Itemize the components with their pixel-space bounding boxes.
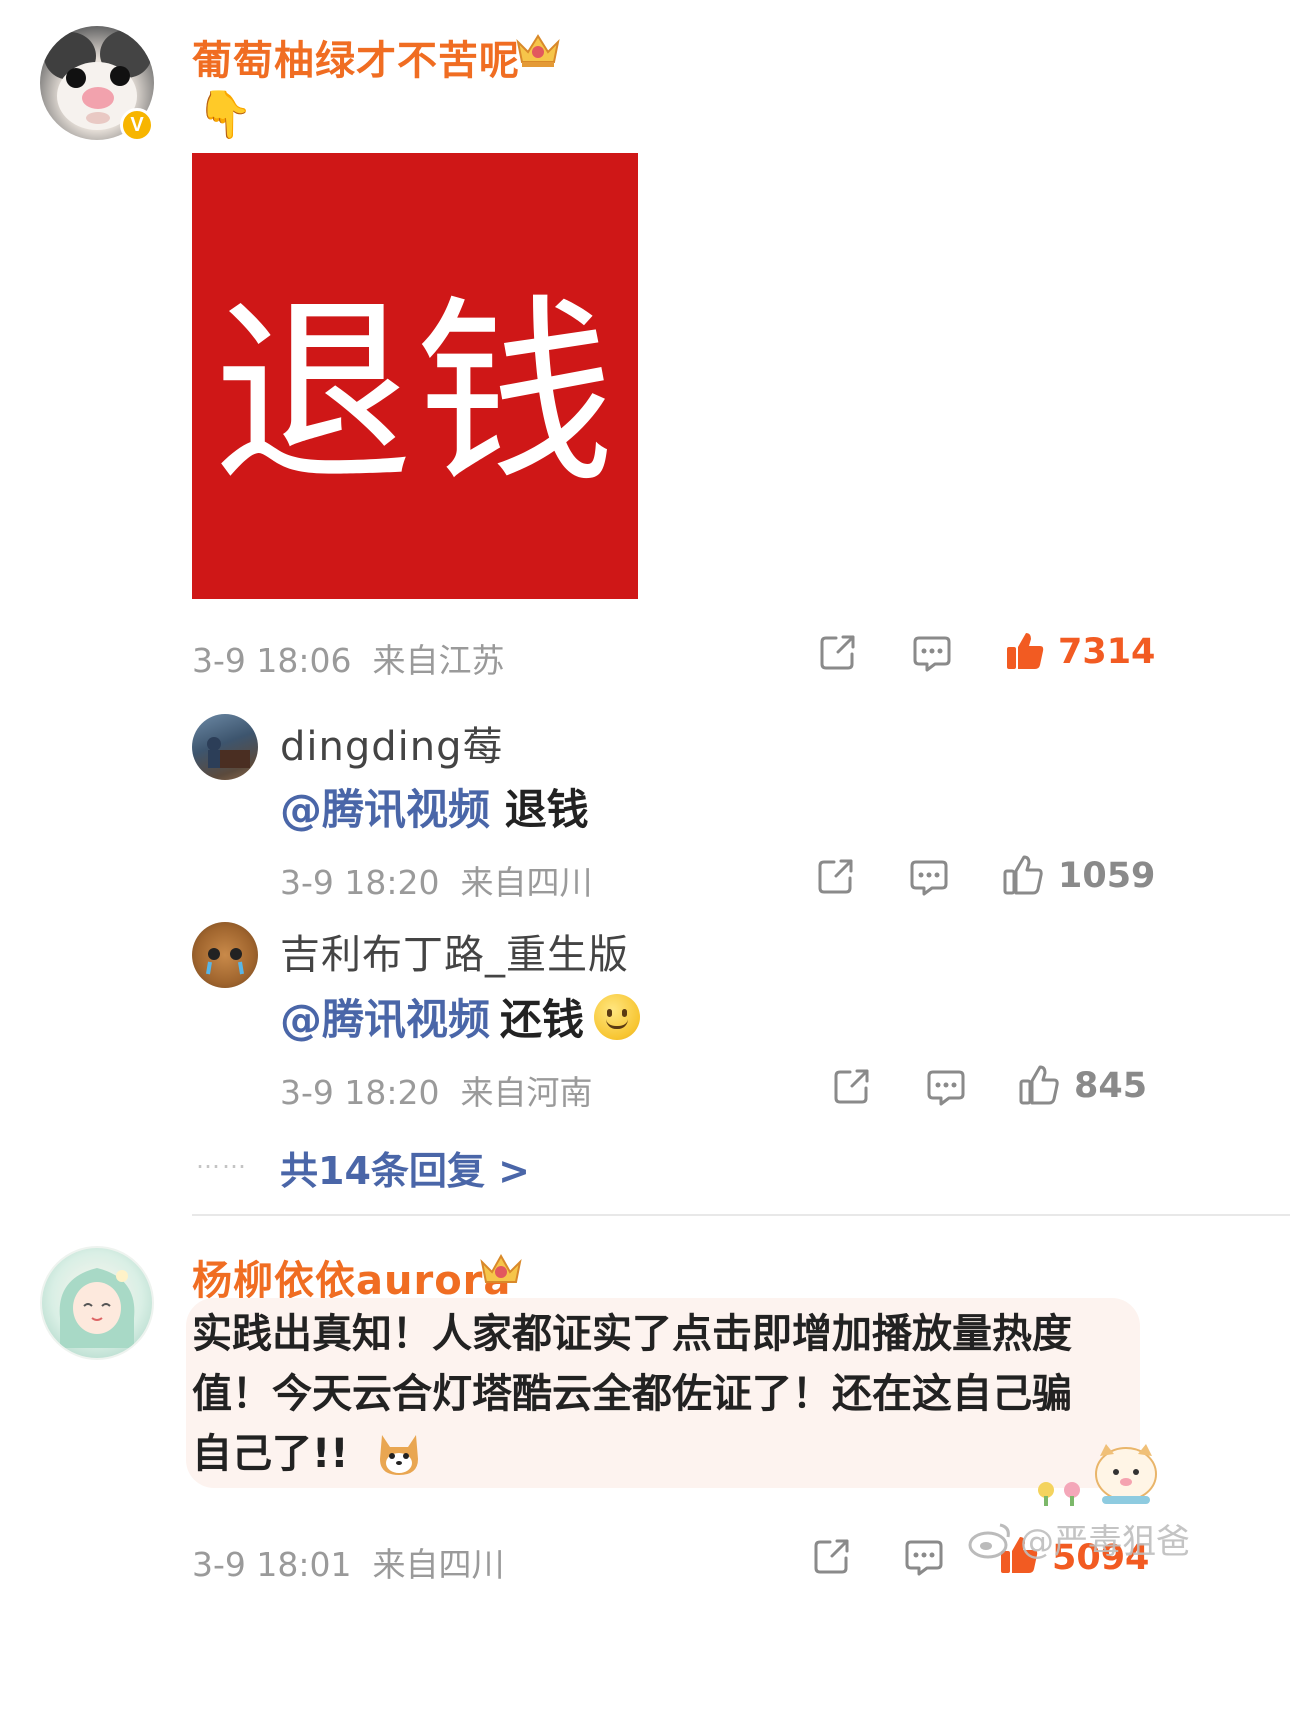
smile-emoji-icon [594, 993, 641, 1040]
username-reply2[interactable]: 吉利布丁路_重生版 [280, 922, 629, 980]
like-count-reply2: 845 [1074, 1066, 1148, 1106]
comment2-text: 实践出真知！人家都证实了点击即增加播放量热度 值！今天云合灯塔酷云全都佐证了！还… [192, 1311, 1072, 1479]
comment-divider [192, 1214, 1290, 1216]
shiba-emoji-icon [374, 1429, 424, 1479]
avatar-reply2[interactable] [192, 922, 258, 988]
reply1-text: @腾讯视频 退钱 [280, 785, 589, 834]
username-reply1[interactable]: dingding莓 [280, 714, 504, 772]
mention-link[interactable]: @腾讯视频 [280, 986, 490, 1047]
crown-icon [512, 30, 564, 70]
cat-sticker-icon [1034, 1440, 1164, 1510]
comment-button-comment2[interactable] [902, 1536, 946, 1580]
comment-button-reply2[interactable] [924, 1066, 968, 1110]
share-button-reply1[interactable] [814, 854, 858, 898]
weibo-watermark: @严毒狙爸 [968, 1514, 1190, 1563]
anime-girl-icon [59, 1268, 135, 1348]
comment-icon [905, 1540, 943, 1576]
share-icon [814, 1539, 849, 1574]
share-button-comment2[interactable] [810, 1534, 854, 1578]
refund-image[interactable]: 退钱 [192, 153, 638, 599]
reply2-text: @腾讯视频 还钱 [280, 986, 641, 1047]
comment-button-comment1[interactable] [910, 632, 954, 676]
username-comment1[interactable]: 葡萄柚绿才不苦呢 [192, 28, 520, 86]
timestamp-reply1: 3-9 18:20 来自四川 [280, 863, 593, 902]
weibo-logo-icon [968, 1523, 1010, 1558]
share-button-comment1[interactable] [816, 630, 860, 674]
like-button-comment1[interactable] [1002, 628, 1048, 674]
timestamp-reply2: 3-9 18:20 来自河南 [280, 1073, 593, 1112]
share-icon [820, 635, 855, 670]
refund-image-text: 退钱 [212, 278, 617, 511]
like-icon [1019, 1065, 1059, 1105]
comment-icon [913, 636, 951, 672]
like-count-reply1: 1059 [1058, 856, 1156, 896]
comment-icon [927, 1070, 965, 1106]
verified-badge-icon: V [120, 108, 154, 142]
like-icon [1003, 855, 1043, 895]
share-icon [818, 859, 853, 894]
like-button-reply1[interactable] [1000, 852, 1046, 898]
comment-button-reply1[interactable] [907, 856, 951, 900]
mention-link[interactable]: @腾讯视频 [280, 785, 490, 834]
more-replies-link[interactable]: 共14条回复 > [280, 1140, 530, 1195]
timestamp-comment1: 3-9 18:06 来自江苏 [192, 641, 505, 680]
piano-player-icon [207, 737, 250, 768]
pointing-down-emoji: 👇 [196, 87, 254, 141]
watermark-text: @严毒狙爸 [1020, 1522, 1190, 1562]
like-button-reply2[interactable] [1016, 1062, 1062, 1108]
comment-icon [910, 860, 948, 896]
avatar-reply1[interactable] [192, 714, 258, 780]
share-icon [834, 1069, 869, 1104]
timestamp-comment2: 3-9 18:01 来自四川 [192, 1545, 505, 1584]
like-count-comment1: 7314 [1058, 632, 1156, 672]
crying-cat-icon [206, 948, 244, 975]
more-replies-dots: …… [196, 1146, 248, 1174]
share-button-reply2[interactable] [830, 1064, 874, 1108]
like-icon [1007, 633, 1044, 669]
crown-icon [478, 1248, 524, 1288]
avatar-comment2[interactable] [40, 1246, 154, 1360]
